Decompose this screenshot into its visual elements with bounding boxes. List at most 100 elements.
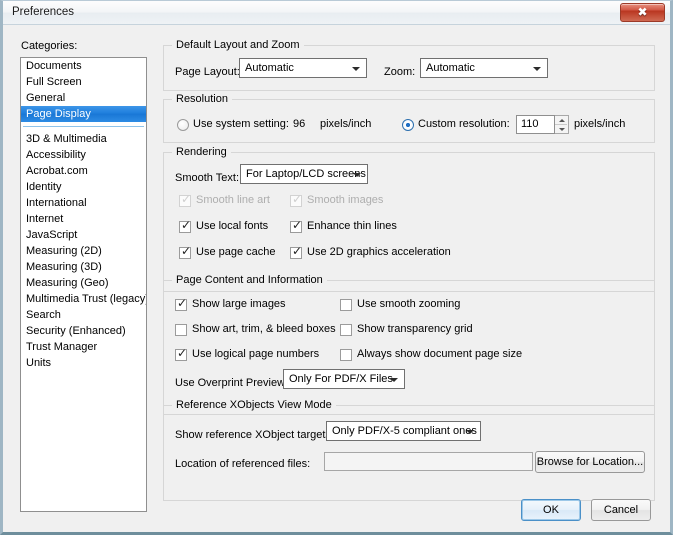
checkbox-smooth-line-art: ✓ bbox=[179, 195, 191, 207]
checkbox-show-large-images[interactable]: ✓ bbox=[175, 299, 187, 311]
sidebar-item-trust-manager[interactable]: Trust Manager bbox=[21, 339, 146, 355]
page-layout-value: Automatic bbox=[245, 62, 294, 74]
close-icon[interactable]: ✖ bbox=[620, 3, 665, 22]
check-icon: ✓ bbox=[177, 347, 187, 359]
show-art-trim-bleed-boxes-label: Show art, trim, & bleed boxes bbox=[192, 323, 336, 335]
check-icon: ✓ bbox=[181, 193, 191, 205]
sidebar-item-javascript[interactable]: JavaScript bbox=[21, 227, 146, 243]
group-title-rendering: Rendering bbox=[172, 146, 231, 158]
custom-resolution-input[interactable]: 110 bbox=[516, 115, 555, 134]
checkbox-enhance-thin-lines[interactable]: ✓ bbox=[290, 221, 302, 233]
check-icon: ✓ bbox=[292, 219, 302, 231]
overprint-preview-combo[interactable]: Only For PDF/X Files bbox=[283, 369, 405, 389]
checkbox-smooth-images: ✓ bbox=[290, 195, 302, 207]
check-icon: ✓ bbox=[181, 245, 191, 257]
sidebar-item-page-display[interactable]: Page Display bbox=[21, 106, 146, 122]
custom-resolution-stepper[interactable] bbox=[555, 115, 569, 134]
sidebar-item-internet[interactable]: Internet bbox=[21, 211, 146, 227]
sidebar-item-search[interactable]: Search bbox=[21, 307, 146, 323]
overprint-preview-value: Only For PDF/X Files bbox=[289, 373, 393, 385]
ok-button[interactable]: OK bbox=[521, 499, 581, 521]
stepper-up-icon[interactable] bbox=[555, 116, 567, 125]
use-2d-graphics-acceleration-label: Use 2D graphics acceleration bbox=[307, 246, 451, 258]
chevron-down-icon bbox=[533, 67, 541, 71]
page-layout-combo[interactable]: Automatic bbox=[239, 58, 367, 78]
smooth-line-art-label: Smooth line art bbox=[196, 194, 270, 206]
zoom-combo[interactable]: Automatic bbox=[420, 58, 548, 78]
check-icon: ✓ bbox=[181, 219, 191, 231]
sidebar-item-acrobat-com[interactable]: Acrobat.com bbox=[21, 163, 146, 179]
reference-xobject-targets-value: Only PDF/X-5 compliant ones bbox=[332, 425, 477, 437]
checkbox-use-logical-page-numbers[interactable]: ✓ bbox=[175, 349, 187, 361]
dialog-body: Categories: Documents Full Screen Genera… bbox=[3, 25, 670, 532]
sidebar-item-identity[interactable]: Identity bbox=[21, 179, 146, 195]
close-glyph: ✖ bbox=[621, 3, 664, 21]
window-title: Preferences bbox=[12, 6, 74, 18]
reference-xobject-targets-combo[interactable]: Only PDF/X-5 compliant ones bbox=[326, 421, 481, 441]
use-system-setting-label: Use system setting: bbox=[193, 118, 289, 130]
chevron-down-icon bbox=[466, 430, 474, 434]
smooth-text-combo[interactable]: For Laptop/LCD screens bbox=[240, 164, 368, 184]
sidebar-item-3d-multimedia[interactable]: 3D & Multimedia bbox=[21, 131, 146, 147]
checkbox-use-2d-graphics-acceleration[interactable]: ✓ bbox=[290, 247, 302, 259]
title-bar: Preferences ✖ bbox=[3, 1, 670, 25]
use-local-fonts-label: Use local fonts bbox=[196, 220, 268, 232]
cancel-button[interactable]: Cancel bbox=[591, 499, 651, 521]
smooth-text-value: For Laptop/LCD screens bbox=[246, 168, 366, 180]
chevron-down-icon bbox=[390, 378, 398, 382]
show-transparency-grid-label: Show transparency grid bbox=[357, 323, 473, 335]
group-title-reference-xobjects: Reference XObjects View Mode bbox=[172, 399, 336, 411]
radio-use-system-setting[interactable] bbox=[177, 119, 189, 131]
system-resolution-units: pixels/inch bbox=[320, 118, 371, 130]
enhance-thin-lines-label: Enhance thin lines bbox=[307, 220, 397, 232]
custom-resolution-label: Custom resolution: bbox=[418, 118, 510, 130]
smooth-images-label: Smooth images bbox=[307, 194, 383, 206]
checkbox-use-smooth-zooming[interactable] bbox=[340, 299, 352, 311]
check-icon: ✓ bbox=[177, 297, 187, 309]
preferences-dialog: Preferences ✖ Categories: Documents Full… bbox=[0, 0, 673, 535]
sidebar-separator bbox=[21, 122, 146, 131]
sidebar-item-measuring-3d[interactable]: Measuring (3D) bbox=[21, 259, 146, 275]
chevron-down-icon bbox=[352, 67, 360, 71]
group-title-page-content: Page Content and Information bbox=[172, 274, 327, 286]
sidebar-item-international[interactable]: International bbox=[21, 195, 146, 211]
show-large-images-label: Show large images bbox=[192, 298, 286, 310]
sidebar-item-multimedia-trust[interactable]: Multimedia Trust (legacy) bbox=[21, 291, 146, 307]
stepper-down-icon[interactable] bbox=[555, 125, 567, 133]
sidebar-item-measuring-2d[interactable]: Measuring (2D) bbox=[21, 243, 146, 259]
page-layout-label: Page Layout: bbox=[175, 66, 240, 78]
reference-xobject-targets-label: Show reference XObject targets: bbox=[175, 429, 334, 441]
overprint-preview-label: Use Overprint Preview: bbox=[175, 377, 288, 389]
browse-for-location-button[interactable]: Browse for Location... bbox=[535, 451, 645, 473]
use-logical-page-numbers-label: Use logical page numbers bbox=[192, 348, 319, 360]
sidebar-item-documents[interactable]: Documents bbox=[21, 58, 146, 74]
checkbox-show-art-trim-bleed-boxes[interactable] bbox=[175, 324, 187, 336]
sidebar-item-measuring-geo[interactable]: Measuring (Geo) bbox=[21, 275, 146, 291]
checkbox-use-local-fonts[interactable]: ✓ bbox=[179, 221, 191, 233]
sidebar-item-general[interactable]: General bbox=[21, 90, 146, 106]
check-icon: ✓ bbox=[292, 245, 302, 257]
categories-list[interactable]: Documents Full Screen General Page Displ… bbox=[20, 57, 147, 512]
chevron-down-icon bbox=[353, 173, 361, 177]
custom-resolution-units: pixels/inch bbox=[574, 118, 625, 130]
checkbox-use-page-cache[interactable]: ✓ bbox=[179, 247, 191, 259]
check-icon: ✓ bbox=[292, 193, 302, 205]
sidebar-item-units[interactable]: Units bbox=[21, 355, 146, 371]
group-title-resolution: Resolution bbox=[172, 93, 232, 105]
radio-custom-resolution[interactable] bbox=[402, 119, 414, 131]
zoom-label: Zoom: bbox=[384, 66, 415, 78]
use-smooth-zooming-label: Use smooth zooming bbox=[357, 298, 460, 310]
sidebar-item-accessibility[interactable]: Accessibility bbox=[21, 147, 146, 163]
categories-label: Categories: bbox=[21, 40, 77, 52]
zoom-value: Automatic bbox=[426, 62, 475, 74]
always-show-document-page-size-label: Always show document page size bbox=[357, 348, 522, 360]
checkbox-always-show-document-page-size[interactable] bbox=[340, 349, 352, 361]
use-page-cache-label: Use page cache bbox=[196, 246, 276, 258]
custom-resolution-value: 110 bbox=[521, 118, 539, 130]
location-of-referenced-files-label: Location of referenced files: bbox=[175, 458, 310, 470]
location-of-referenced-files-input[interactable] bbox=[324, 452, 533, 471]
system-resolution-value: 96 bbox=[293, 118, 305, 130]
sidebar-item-full-screen[interactable]: Full Screen bbox=[21, 74, 146, 90]
checkbox-show-transparency-grid[interactable] bbox=[340, 324, 352, 336]
sidebar-item-security-enhanced[interactable]: Security (Enhanced) bbox=[21, 323, 146, 339]
